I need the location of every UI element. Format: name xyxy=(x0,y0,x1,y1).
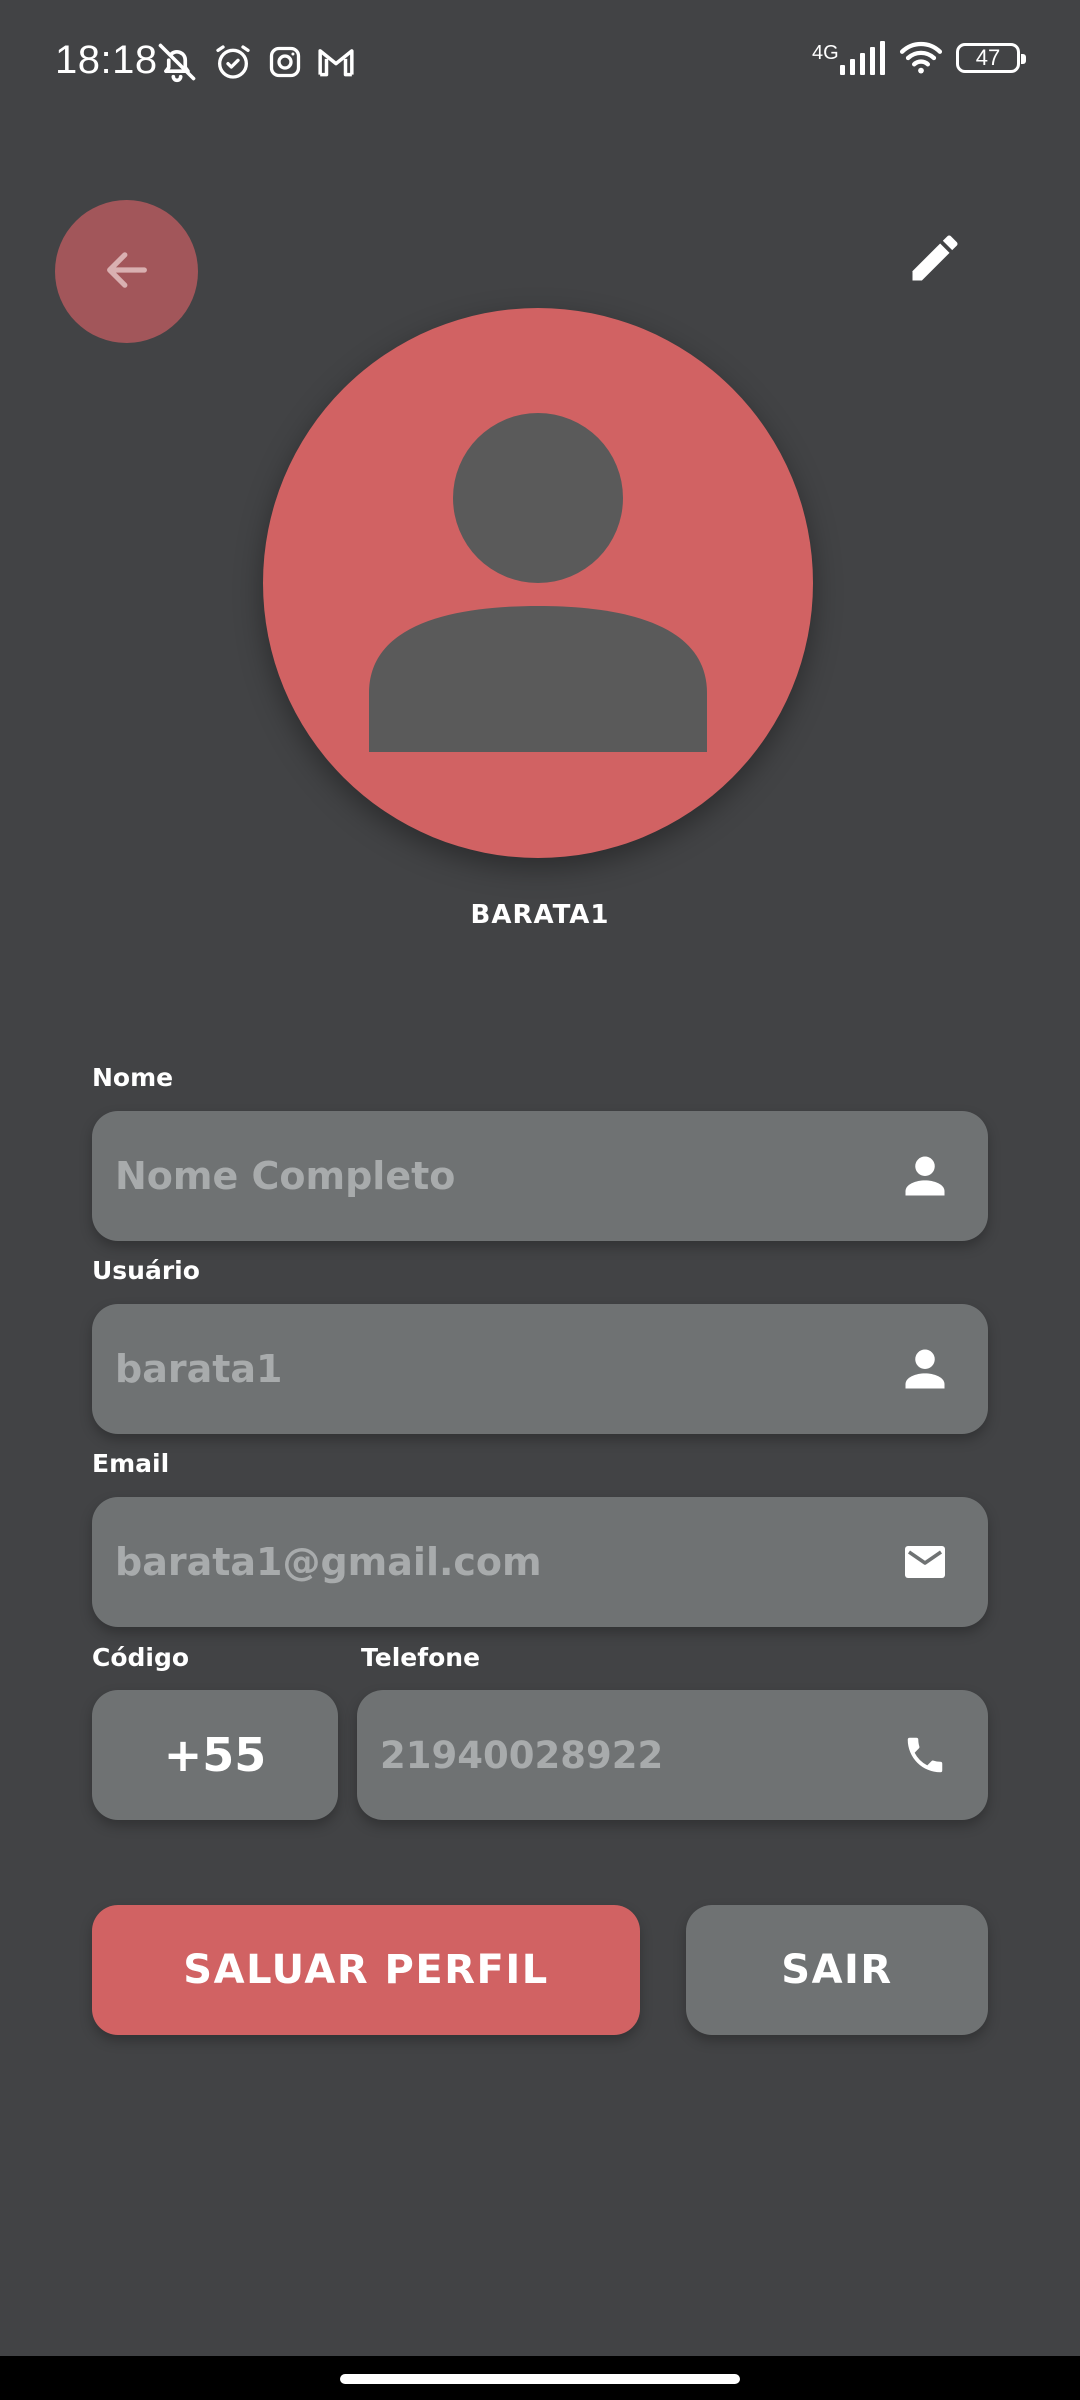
signal-icon xyxy=(840,41,886,75)
status-notification-icons xyxy=(155,40,355,84)
profile-username: BARATA1 xyxy=(470,900,610,930)
bell-off-icon xyxy=(155,40,199,84)
person-icon xyxy=(898,1342,952,1396)
wifi-icon xyxy=(898,40,944,76)
name-placeholder: Nome Completo xyxy=(115,1154,456,1198)
exit-button[interactable]: SAIR xyxy=(686,1905,988,2035)
pencil-icon xyxy=(905,228,965,292)
status-system-icons: 47 xyxy=(840,40,1026,76)
instagram-icon xyxy=(267,44,303,80)
phone-value: 21940028922 xyxy=(380,1733,664,1777)
gmail-icon xyxy=(317,45,355,79)
avatar[interactable] xyxy=(263,308,813,858)
save-profile-button[interactable]: SALUAR PERFIL xyxy=(92,1905,640,2035)
profile-screen: 18:18 4G 47 BARATA1 Nome Nome Completo U… xyxy=(0,0,1080,2400)
code-label: Código xyxy=(92,1643,190,1672)
person-icon xyxy=(898,1149,952,1203)
person-placeholder-icon xyxy=(369,413,707,752)
phone-label: Telefone xyxy=(361,1643,481,1672)
home-indicator[interactable] xyxy=(340,2374,740,2384)
mail-icon xyxy=(898,1535,952,1589)
back-button[interactable] xyxy=(55,200,198,343)
network-type: 4G xyxy=(812,42,839,64)
country-code-field[interactable]: +55 xyxy=(92,1690,338,1820)
edit-profile-button[interactable] xyxy=(895,220,975,300)
phone-icon xyxy=(898,1728,952,1782)
email-field[interactable]: barata1@gmail.com xyxy=(92,1497,988,1627)
status-bar: 18:18 4G 47 xyxy=(0,0,1080,126)
status-time: 18:18 xyxy=(55,38,158,82)
user-label: Usuário xyxy=(92,1256,200,1285)
user-field[interactable]: barata1 xyxy=(92,1304,988,1434)
email-label: Email xyxy=(92,1449,170,1478)
email-value: barata1@gmail.com xyxy=(115,1540,542,1584)
arrow-left-icon xyxy=(101,244,153,300)
name-field[interactable]: Nome Completo xyxy=(92,1111,988,1241)
country-code-value: +55 xyxy=(163,1728,267,1782)
user-value: barata1 xyxy=(115,1347,283,1391)
phone-field[interactable]: 21940028922 xyxy=(357,1690,988,1820)
battery-icon: 47 xyxy=(956,43,1026,73)
alarm-icon xyxy=(213,42,253,82)
name-label: Nome xyxy=(92,1063,174,1092)
navigation-bar xyxy=(0,2356,1080,2400)
